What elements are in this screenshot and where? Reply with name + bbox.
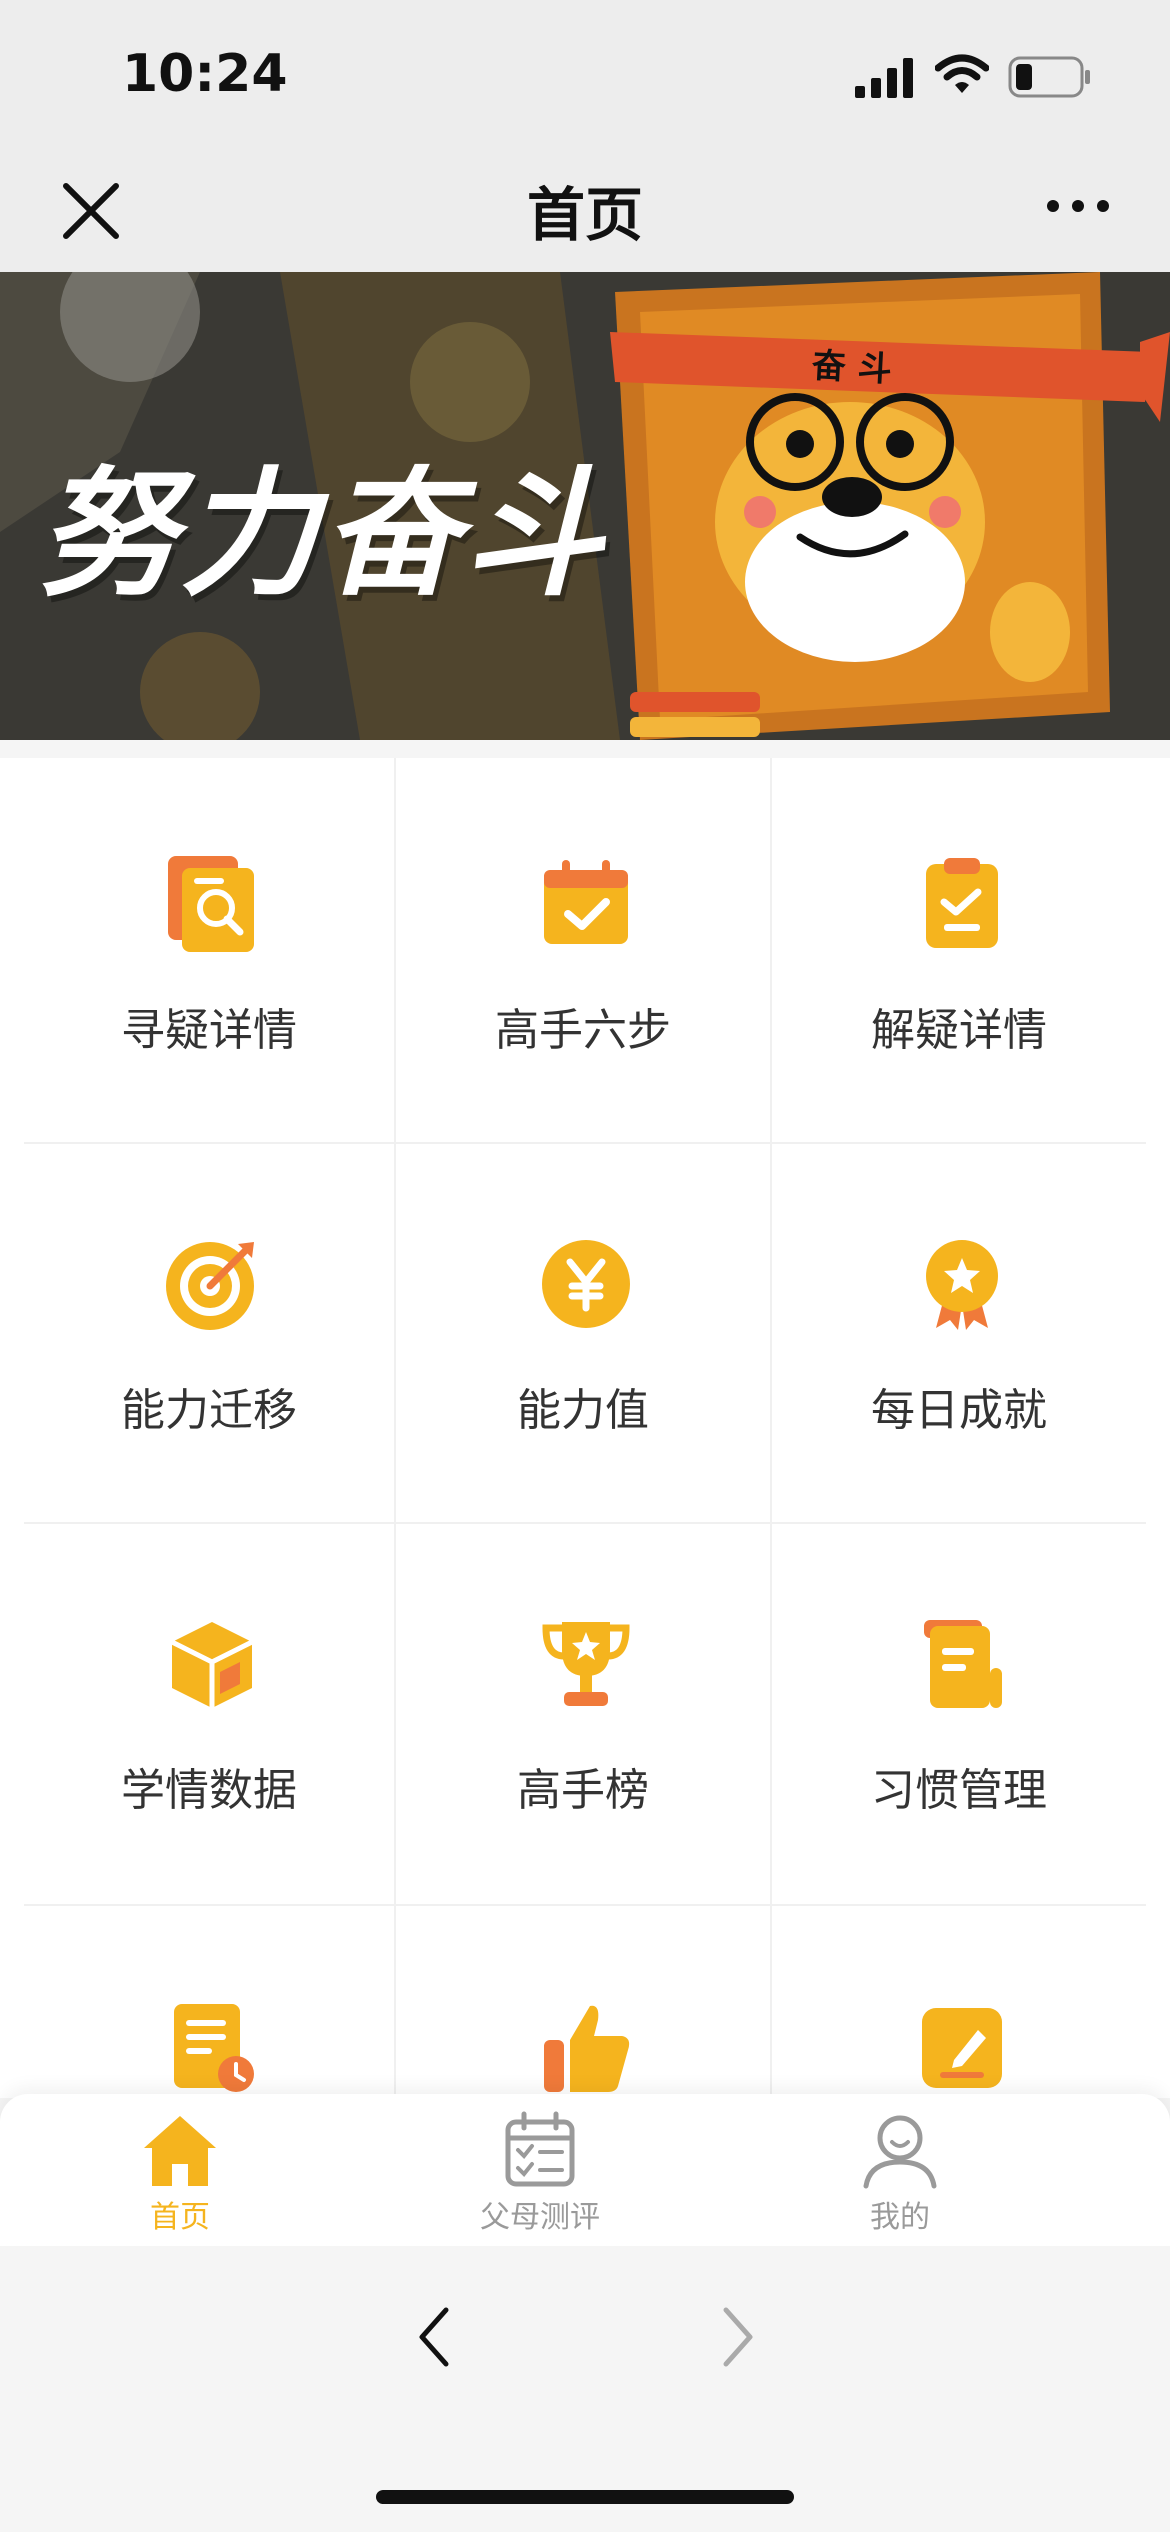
grid-item-10[interactable] <box>24 1908 394 2094</box>
grid-divider <box>770 758 772 2094</box>
grid-item-habit-management[interactable]: 习惯管理 <box>774 1526 1144 1904</box>
tab-label: 首页 <box>150 2200 210 2235</box>
tab-label: 父母测评 <box>480 2200 600 2235</box>
medal-icon <box>926 1240 998 1330</box>
grid-item-learning-data[interactable]: 学情数据 <box>24 1526 394 1904</box>
trophy-icon <box>542 1622 630 1706</box>
calendar-list-icon <box>505 2111 575 2187</box>
user-icon <box>863 2115 937 2189</box>
grid-item-12[interactable] <box>774 1908 1144 2094</box>
grid-item-ability-transfer[interactable]: 能力迁移 <box>24 1146 394 1524</box>
tab-mine[interactable]: 我的 <box>780 2094 1020 2246</box>
banner-title: 努力奋斗 <box>38 454 607 615</box>
grid-item-daily-achievement[interactable]: 每日成就 <box>774 1146 1144 1524</box>
grid-item-label: 学情数据 <box>121 1765 297 1816</box>
grid-item-ability-value[interactable]: 能力值 <box>398 1146 768 1524</box>
home-indicator <box>376 2490 794 2504</box>
thumbs-up-icon <box>544 2005 630 2092</box>
forward-arrow-icon[interactable] <box>716 2302 760 2372</box>
signal-icon <box>855 58 913 98</box>
grid-item-leaderboard[interactable]: 高手榜 <box>398 1526 768 1904</box>
search-document-icon <box>168 856 254 952</box>
status-time: 10:24 <box>122 44 288 104</box>
tab-label: 我的 <box>870 2200 930 2235</box>
tab-parent-assessment[interactable]: 父母测评 <box>420 2094 660 2246</box>
grid-item-label: 每日成就 <box>871 1385 1047 1436</box>
grid-item-label: 能力值 <box>517 1385 649 1436</box>
home-icon <box>144 2116 216 2186</box>
grid-item-search-details[interactable]: 寻疑详情 <box>24 766 394 1144</box>
more-options-icon[interactable] <box>1045 196 1111 216</box>
grid-item-answer-details[interactable]: 解疑详情 <box>774 766 1144 1144</box>
wifi-icon <box>935 54 989 93</box>
page-title: 首页 <box>526 181 643 249</box>
grid-item-label: 高手六步 <box>495 1005 671 1056</box>
tab-home[interactable]: 首页 <box>60 2094 300 2246</box>
grid-divider <box>394 758 396 2094</box>
target-icon <box>166 1242 254 1330</box>
grid-divider <box>24 1904 1146 1906</box>
edit-note-icon <box>922 2008 1002 2088</box>
grid-item-label: 寻疑详情 <box>121 1005 297 1056</box>
grid-item-label: 习惯管理 <box>871 1765 1047 1816</box>
back-arrow-icon[interactable] <box>412 2302 456 2372</box>
grid-item-label: 高手榜 <box>517 1765 649 1816</box>
clipboard-check-icon <box>926 858 998 948</box>
grid-item-six-steps[interactable]: 高手六步 <box>398 766 768 1144</box>
grid-item-label: 解疑详情 <box>871 1005 1047 1056</box>
hero-banner[interactable]: 奋 斗 努力奋斗 <box>0 272 1170 740</box>
tab-bar: 首页 父母测评 我的 <box>0 2094 1170 2246</box>
cube-icon <box>170 1622 254 1708</box>
document-clock-icon <box>174 2004 254 2092</box>
yen-coin-icon <box>542 1240 630 1328</box>
battery-icon <box>1008 56 1090 98</box>
banner-headband-text: 奋 斗 <box>810 345 893 391</box>
calendar-check-icon <box>544 860 628 944</box>
scroll-icon <box>924 1620 1002 1708</box>
grid-item-11[interactable] <box>398 1908 768 2094</box>
grid-item-label: 能力迁移 <box>121 1385 297 1436</box>
